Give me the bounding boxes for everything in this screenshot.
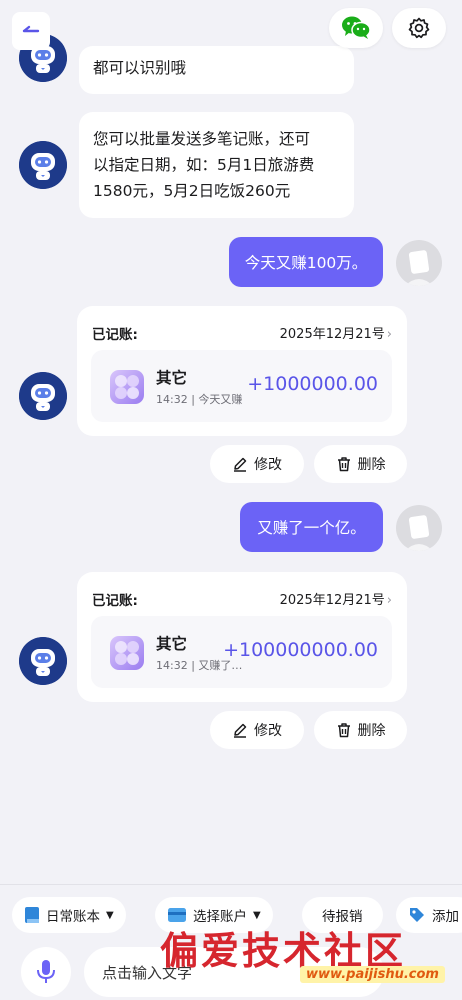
record-entry[interactable]: 其它 14:32 | 今天又赚 +1000000.00 bbox=[91, 350, 392, 422]
bot-avatar bbox=[19, 637, 67, 685]
robot-icon bbox=[19, 372, 67, 420]
edit-label: 修改 bbox=[254, 457, 282, 473]
record-amount: +100000000.00 bbox=[223, 639, 378, 661]
bot-avatar bbox=[19, 141, 67, 189]
bot-message-line: 您可以批量发送多笔记账，还可 bbox=[93, 130, 311, 148]
bot-message-bubble: 您可以批量发送多笔记账，还可 以指定日期，如：5月1日旅游费 1580元，5月2… bbox=[79, 112, 354, 218]
ledger-selector[interactable]: 日常账本 ▼ bbox=[12, 897, 126, 933]
record-entry[interactable]: 其它 14:32 | 又赚了… +100000000.00 bbox=[91, 616, 392, 688]
record-time: 14:32 bbox=[156, 393, 188, 406]
book-icon bbox=[25, 907, 39, 923]
record-meta: 14:32 | 今天又赚 bbox=[156, 393, 243, 406]
trash-icon bbox=[337, 723, 350, 738]
category-other-icon bbox=[110, 370, 144, 404]
user-avatar[interactable] bbox=[396, 240, 442, 286]
edit-label: 修改 bbox=[254, 723, 282, 739]
delete-button[interactable]: 删除 bbox=[314, 445, 407, 483]
user-avatar-icon bbox=[396, 240, 442, 286]
text-input[interactable]: 点击输入文字 bbox=[84, 947, 384, 997]
edit-icon bbox=[234, 723, 247, 738]
gear-icon bbox=[408, 17, 430, 39]
record-time: 14:32 bbox=[156, 659, 188, 672]
delete-label: 删除 bbox=[357, 457, 386, 473]
settings-button[interactable] bbox=[392, 8, 446, 48]
recorded-label: 已记账: bbox=[92, 327, 138, 343]
add-tag-chip[interactable]: 添加 bbox=[396, 897, 462, 933]
recorded-label: 已记账: bbox=[92, 593, 138, 609]
trash-icon bbox=[337, 457, 350, 472]
record-card: 已记账: 2025年12月21号 › 其它 14:32 | 今天又赚 +10000… bbox=[77, 306, 407, 436]
robot-icon bbox=[19, 637, 67, 685]
delete-label: 删除 bbox=[357, 723, 386, 739]
user-message-bubble: 今天又赚100万。 bbox=[229, 237, 383, 287]
record-date: 2025年12月21号 bbox=[279, 327, 385, 342]
input-placeholder: 点击输入文字 bbox=[102, 963, 193, 982]
caret-down-icon: ▼ bbox=[106, 909, 114, 921]
caret-down-icon: ▼ bbox=[253, 909, 261, 921]
chevron-right-icon: › bbox=[386, 593, 392, 608]
account-selector[interactable]: 选择账户 ▼ bbox=[155, 897, 273, 933]
user-avatar[interactable] bbox=[396, 505, 442, 551]
tag-icon bbox=[410, 908, 424, 922]
edit-button[interactable]: 修改 bbox=[210, 445, 304, 483]
robot-icon bbox=[19, 141, 67, 189]
user-message-text: 今天又赚100万。 bbox=[244, 254, 368, 272]
chevron-right-icon: › bbox=[386, 327, 392, 342]
reimburse-chip[interactable]: 待报销 bbox=[302, 897, 383, 933]
category-name: 其它 bbox=[156, 369, 188, 387]
bot-message-line: 1580元，5月2日吃饭260元 bbox=[93, 182, 291, 200]
wechat-button[interactable] bbox=[329, 8, 383, 48]
bot-message-line: 以指定日期，如：5月1日旅游费 bbox=[93, 156, 315, 174]
reimburse-label: 待报销 bbox=[322, 909, 363, 925]
card-icon bbox=[168, 908, 186, 922]
edit-button[interactable]: 修改 bbox=[210, 711, 304, 749]
record-date-link[interactable]: 2025年12月21号 › bbox=[280, 589, 392, 608]
user-message-text: 又赚了一个亿。 bbox=[257, 519, 366, 537]
record-date: 2025年12月21号 bbox=[279, 593, 385, 608]
record-amount: +1000000.00 bbox=[247, 373, 378, 395]
record-note: 今天又赚 bbox=[198, 393, 243, 406]
account-label: 选择账户 bbox=[193, 909, 247, 925]
microphone-icon bbox=[37, 960, 55, 983]
edit-icon bbox=[234, 457, 247, 472]
tag-label: 添加 bbox=[432, 909, 459, 925]
bot-avatar bbox=[19, 372, 67, 420]
voice-input-button[interactable] bbox=[21, 947, 71, 997]
bottom-input-area: 日常账本 ▼ 选择账户 ▼ 待报销 添加 点击输入文字 bbox=[0, 884, 462, 1000]
record-date-link[interactable]: 2025年12月21号 › bbox=[280, 323, 392, 342]
bot-message-text: 都可以识别哦 bbox=[93, 59, 187, 77]
user-message-bubble: 又赚了一个亿。 bbox=[240, 502, 383, 552]
ledger-label: 日常账本 bbox=[46, 909, 100, 925]
wechat-icon bbox=[342, 16, 371, 39]
delete-button[interactable]: 删除 bbox=[314, 711, 407, 749]
user-avatar-icon bbox=[396, 505, 442, 551]
back-button[interactable] bbox=[12, 12, 50, 50]
category-other-icon bbox=[110, 636, 144, 670]
category-name: 其它 bbox=[156, 635, 188, 653]
back-arrow-icon bbox=[22, 25, 40, 33]
record-card: 已记账: 2025年12月21号 › 其它 14:32 | 又赚了… +10000… bbox=[77, 572, 407, 702]
top-bar bbox=[0, 0, 462, 56]
